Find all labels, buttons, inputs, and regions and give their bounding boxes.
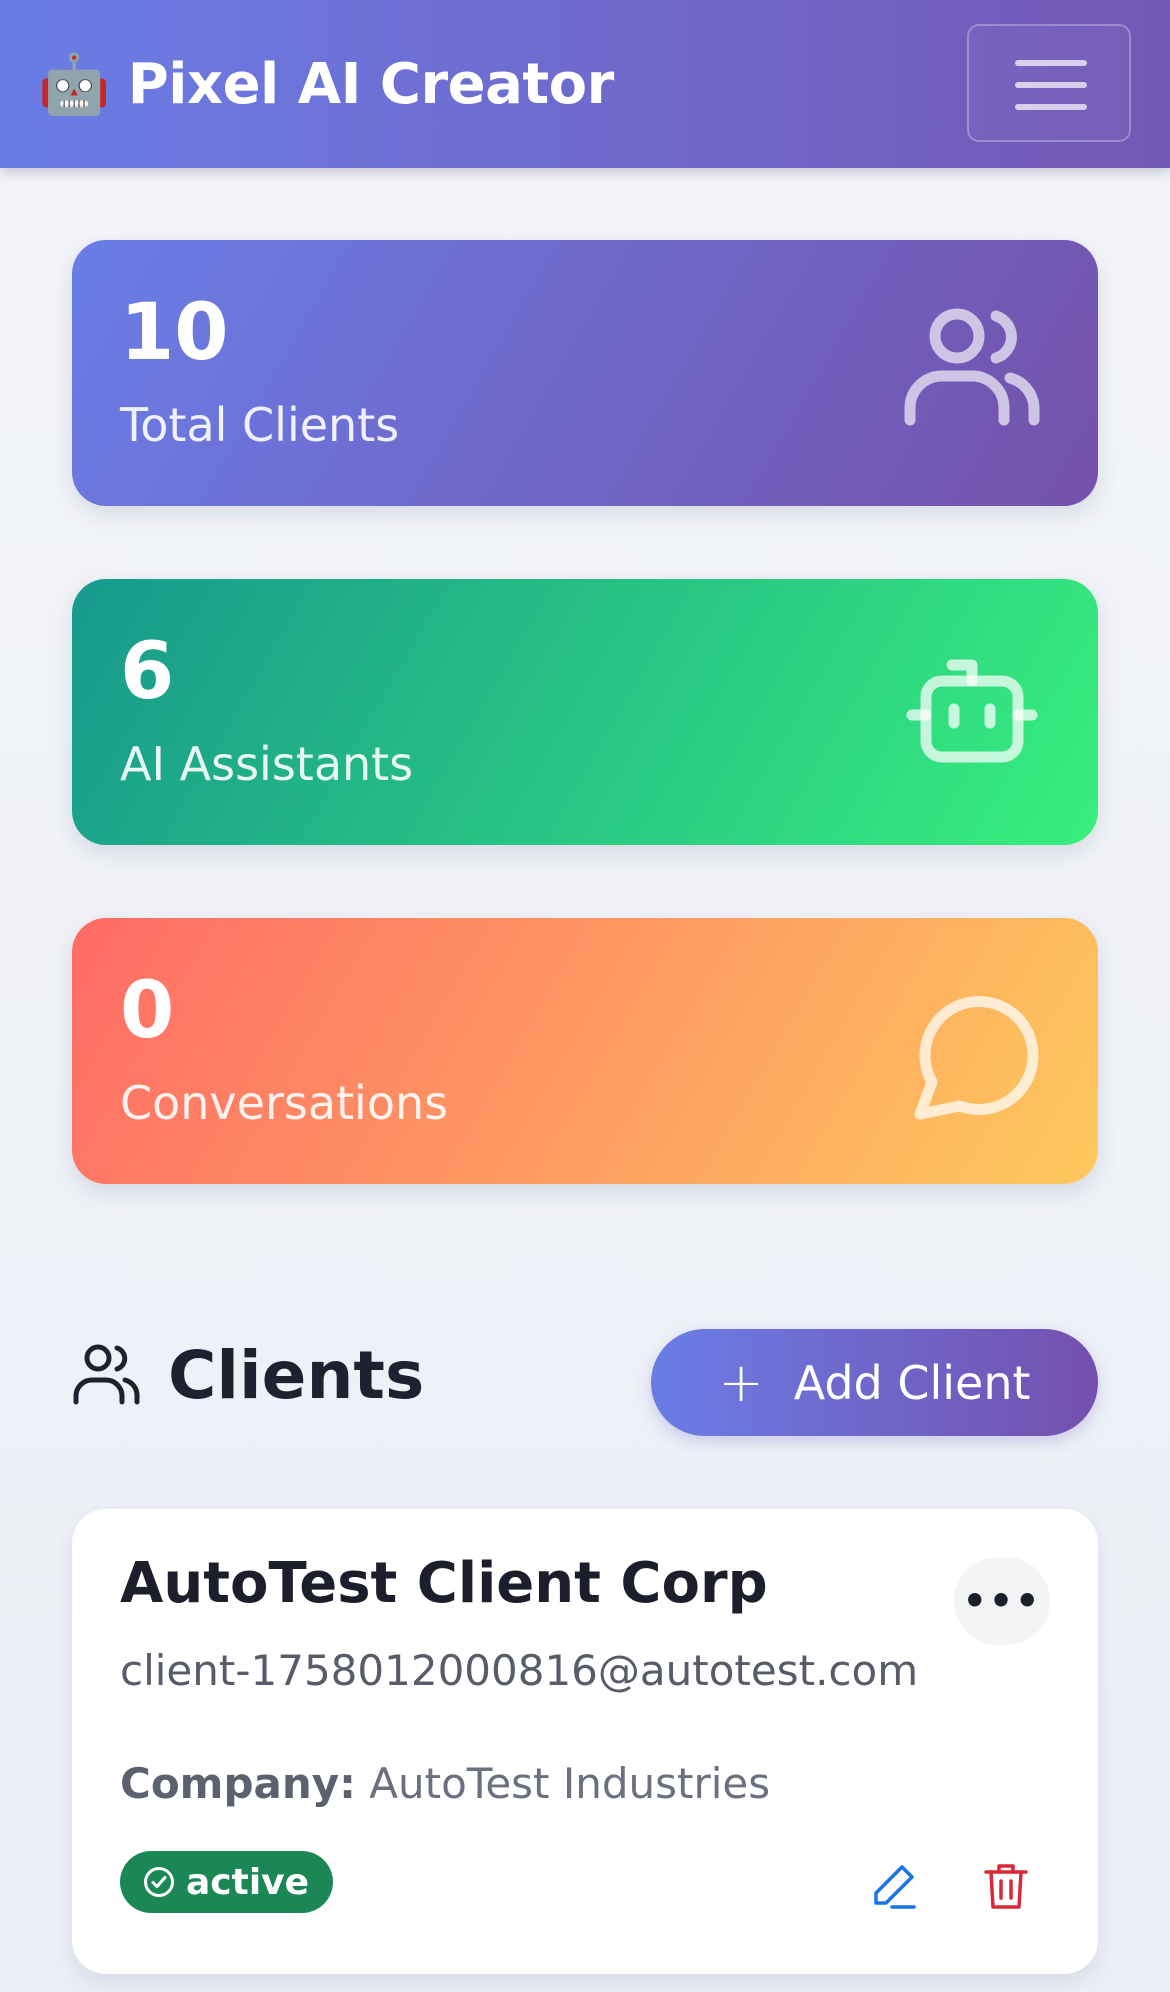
stat-label: Total Clients xyxy=(120,398,400,452)
top-navbar: 🤖 Pixel AI Creator xyxy=(0,0,1170,168)
chat-bubble-icon xyxy=(914,996,1039,1120)
stat-card-conversations: 0 Conversations xyxy=(72,918,1098,1184)
users-icon xyxy=(73,1344,140,1405)
status-text: active xyxy=(186,1861,310,1903)
stat-value: 10 xyxy=(120,288,229,378)
hamburger-icon-line xyxy=(1015,104,1087,110)
ellipsis-icon: ••• xyxy=(962,1579,1042,1623)
company-label: Company: xyxy=(120,1759,356,1808)
clients-section-header: Clients xyxy=(72,1320,424,1430)
more-options-button[interactable]: ••• xyxy=(954,1557,1050,1645)
users-icon xyxy=(904,308,1040,426)
clients-section-title: Clients xyxy=(168,1336,425,1414)
stat-value: 0 xyxy=(120,966,175,1056)
client-email: client-1758012000816@autotest.com xyxy=(120,1646,919,1695)
check-circle-icon xyxy=(144,1867,174,1897)
trash-icon[interactable] xyxy=(982,1861,1030,1911)
robot-emoji-icon: 🤖 xyxy=(38,49,110,118)
add-client-label: Add Client xyxy=(793,1355,1031,1410)
company-value: AutoTest Industries xyxy=(369,1759,771,1808)
stat-label: AI Assistants xyxy=(120,737,414,791)
client-name: AutoTest Client Corp xyxy=(120,1551,768,1616)
edit-pencil-icon[interactable] xyxy=(868,1861,918,1911)
status-badge: active xyxy=(120,1851,334,1913)
brand-title: Pixel AI Creator xyxy=(127,51,615,117)
client-card: AutoTest Client Corp client-175801200081… xyxy=(72,1509,1098,1974)
add-client-button[interactable]: + Add Client xyxy=(651,1329,1098,1436)
hamburger-icon xyxy=(1015,60,1087,66)
menu-toggle-button[interactable] xyxy=(967,24,1131,142)
stat-card-ai-assistants: 6 AI Assistants xyxy=(72,579,1098,845)
plus-icon: + xyxy=(718,1351,764,1414)
stat-label: Conversations xyxy=(120,1076,449,1130)
stat-card-total-clients: 10 Total Clients xyxy=(72,240,1098,506)
brand-link[interactable]: 🤖 Pixel AI Creator xyxy=(38,44,614,124)
hamburger-icon-line xyxy=(1015,82,1087,88)
stat-value: 6 xyxy=(120,627,175,717)
client-company: Company: AutoTest Industries xyxy=(120,1759,770,1808)
robot-icon xyxy=(906,659,1038,763)
